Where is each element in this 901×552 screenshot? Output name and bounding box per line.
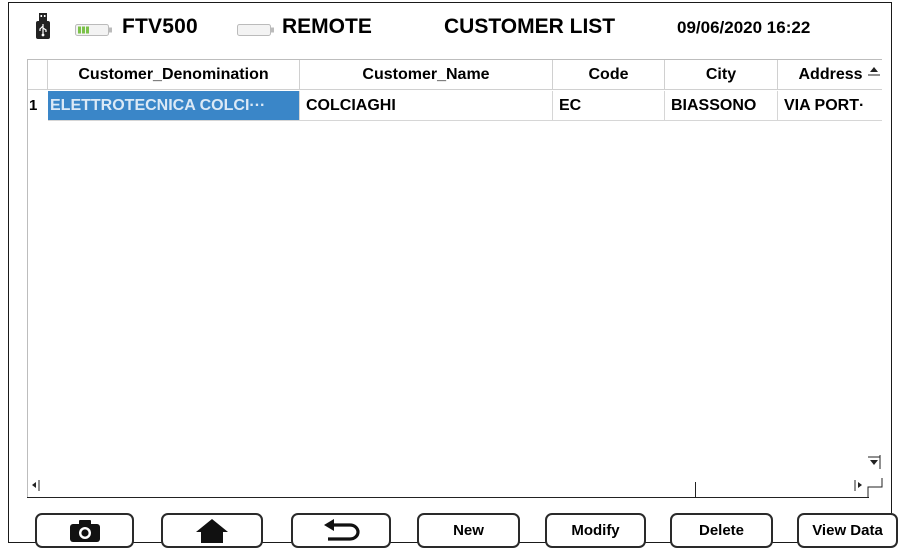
- page-title: CUSTOMER LIST: [444, 15, 616, 38]
- table-header-row: Customer_Denomination Customer_Name Code…: [28, 60, 882, 90]
- customer-table[interactable]: Customer_Denomination Customer_Name Code…: [27, 59, 882, 497]
- cell-city[interactable]: BIASSONO: [665, 91, 778, 121]
- cell-code[interactable]: EC: [553, 91, 665, 121]
- column-header-customer-name[interactable]: Customer_Name: [300, 60, 553, 90]
- horizontal-scrollbar[interactable]: [27, 497, 869, 498]
- status-header: FTV500 REMOTE CUSTOMER LIST 09/06/2020 1…: [9, 3, 891, 53]
- cell-address[interactable]: VIA PORT·: [778, 91, 882, 121]
- back-button[interactable]: [291, 513, 391, 548]
- mode-label: REMOTE: [282, 15, 372, 38]
- device-screen: FTV500 REMOTE CUSTOMER LIST 09/06/2020 1…: [8, 2, 898, 548]
- new-button[interactable]: New: [417, 513, 520, 548]
- scroll-down-arrow-icon[interactable]: [867, 455, 881, 469]
- device-name: FTV500: [122, 15, 198, 38]
- battery-empty-icon: [237, 24, 274, 36]
- column-header-city[interactable]: City: [665, 60, 778, 90]
- row-number: 1: [29, 97, 38, 114]
- column-header-code[interactable]: Code: [553, 60, 665, 90]
- horizontal-scroll-thumb[interactable]: [695, 482, 696, 497]
- modify-button[interactable]: Modify: [545, 513, 646, 548]
- camera-icon: [69, 519, 100, 542]
- scroll-corner: [867, 478, 883, 497]
- back-arrow-icon: [324, 518, 360, 541]
- screenshot-button[interactable]: [35, 513, 134, 548]
- home-icon: [196, 518, 228, 543]
- table-row[interactable]: 1 ELETTROTECNICA COLCI··· COLCIAGHI EC B…: [28, 91, 882, 121]
- home-button[interactable]: [161, 513, 263, 548]
- datetime: 09/06/2020 16:22: [677, 18, 811, 37]
- column-header-customer-denomination[interactable]: Customer_Denomination: [48, 60, 300, 90]
- delete-button[interactable]: Delete: [670, 513, 773, 548]
- cell-customer-name[interactable]: COLCIAGHI: [300, 91, 553, 121]
- cell-customer-denomination[interactable]: ELETTROTECNICA COLCI···: [48, 91, 300, 121]
- row-number-header: [28, 60, 48, 90]
- view-data-button[interactable]: View Data: [797, 513, 898, 548]
- scroll-left-arrow-icon[interactable]: [29, 478, 41, 492]
- scroll-right-arrow-icon[interactable]: [853, 478, 865, 492]
- scroll-up-arrow-icon[interactable]: [867, 63, 881, 77]
- battery-charged-icon: [75, 24, 112, 36]
- usb-stick-icon: [36, 13, 50, 39]
